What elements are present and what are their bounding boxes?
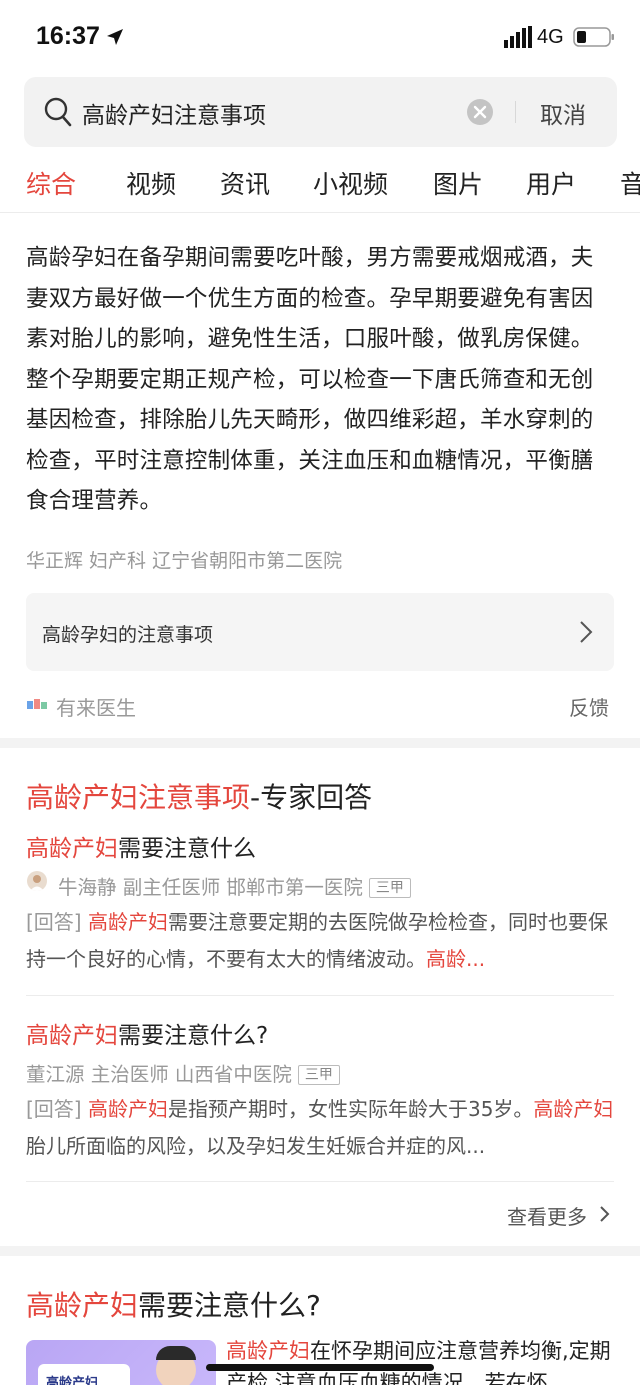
thumbnail-label: 高龄产妇 — [46, 1376, 99, 1385]
title-highlight: 高龄产妇注意事项 — [26, 781, 251, 814]
answer-text: 是指预产期时，女性实际年龄大于35岁。 — [167, 1097, 534, 1121]
status-time: 16:37 — [36, 22, 100, 50]
thumbnail-person-hair — [156, 1346, 196, 1360]
search-input[interactable]: 高龄产妇注意事项 — [82, 96, 266, 130]
avatar — [27, 871, 47, 891]
question-divider — [26, 1181, 614, 1182]
doctor-info: 牛海静 副主任医师 邯郸市第一医院 — [58, 876, 363, 899]
chevron-right-icon — [600, 1206, 610, 1222]
tab-users[interactable]: 用户 — [526, 165, 576, 201]
answer-text[interactable]: 高龄孕妇在备孕期间需要吃叶酸，男方需要戒烟戒酒，夫妻双方最好做一个优生方面的检查… — [26, 238, 616, 522]
tab-images[interactable]: 图片 — [433, 165, 483, 201]
question-meta: 董江源 主治医师 山西省中医院 三甲 — [26, 1058, 340, 1087]
tab-video[interactable]: 视频 — [126, 165, 176, 201]
answer-highlight: 高龄产妇 — [87, 910, 168, 934]
question-title-highlight: 高龄产妇 — [26, 836, 118, 862]
tab-comprehensive[interactable]: 综合 — [26, 165, 76, 201]
tab-music[interactable]: 音 — [620, 165, 640, 201]
source-logo-icon — [27, 699, 47, 709]
question-title-highlight: 高龄产妇 — [26, 1023, 118, 1049]
answer-highlight: 高龄产妇 — [533, 1097, 614, 1121]
answer-tag: [回答] — [26, 1097, 82, 1121]
snippet-highlight: 高龄产妇 — [226, 1339, 310, 1363]
tab-news[interactable]: 资讯 — [220, 165, 270, 201]
section-divider — [0, 738, 640, 748]
tabs-divider — [0, 212, 640, 213]
hospital-grade-badge: 三甲 — [368, 878, 411, 898]
title-rest: -专家回答 — [250, 781, 373, 814]
title-rest: 需要注意什么? — [138, 1289, 321, 1322]
question-answer[interactable]: [回答] 高龄产妇需要注意要定期的去医院做孕检检查，同时也要保持一个良好的心情，… — [26, 904, 616, 978]
question-answer[interactable]: [回答] 高龄产妇是指预产期时，女性实际年龄大于35岁。高龄产妇胎儿所面临的风险… — [26, 1091, 616, 1165]
doctor-info: 董江源 主治医师 山西省中医院 — [26, 1063, 292, 1086]
tab-short-video[interactable]: 小视频 — [313, 165, 388, 201]
question-title[interactable]: 高龄产妇需要注意什么? — [26, 1016, 268, 1050]
title-highlight: 高龄产妇 — [26, 1289, 139, 1322]
answer-highlight: 高龄产妇 — [87, 1097, 168, 1121]
signal-icon — [504, 26, 532, 48]
related-question-label: 高龄孕妇的注意事项 — [42, 624, 214, 646]
feedback-link[interactable]: 反馈 — [569, 692, 609, 721]
doctor-avatar-icon — [30, 875, 44, 891]
cancel-button[interactable]: 取消 — [540, 96, 586, 130]
article-snippet[interactable]: 高龄产妇在怀孕期间应注意营养均衡,定期产检,注意血压血糖的情况，若在怀 — [226, 1335, 616, 1385]
category-tabs: 综合 视频 资讯 小视频 图片 用户 音 — [0, 165, 640, 211]
question-meta: 牛海静 副主任医师 邯郸市第一医院 三甲 — [58, 871, 411, 900]
hospital-grade-badge: 三甲 — [297, 1065, 340, 1085]
view-more-link[interactable]: 查看更多 — [507, 1201, 587, 1230]
network-label: 4G — [537, 26, 564, 48]
source-label[interactable]: 有来医生 — [56, 692, 136, 721]
status-bar: 16:37 4G — [0, 0, 640, 76]
search-icon — [44, 97, 72, 127]
article-title[interactable]: 高龄产妇需要注意什么? — [26, 1284, 321, 1324]
question-title-rest: 需要注意什么? — [118, 1023, 269, 1049]
clear-icon[interactable] — [466, 98, 494, 126]
answer-tag: [回答] — [26, 910, 82, 934]
home-indicator[interactable] — [206, 1364, 434, 1371]
expert-card-title[interactable]: 高龄产妇注意事项-专家回答 — [26, 776, 372, 816]
location-arrow-icon — [107, 29, 123, 45]
related-question-link[interactable]: 高龄孕妇的注意事项 — [26, 593, 614, 671]
answer-highlight: 高龄... — [426, 947, 486, 971]
doctor-meta: 华正辉 妇产科 辽宁省朝阳市第二医院 — [26, 550, 343, 572]
answer-text: 胎儿所面临的风险，以及孕妇发生妊娠合并症的风... — [26, 1134, 486, 1158]
question-divider — [26, 995, 614, 996]
section-divider — [0, 1246, 640, 1256]
battery-icon — [573, 27, 614, 47]
search-bar[interactable]: 高龄产妇注意事项 取消 — [24, 77, 617, 147]
question-title-rest: 需要注意什么 — [118, 836, 256, 862]
search-divider — [515, 101, 516, 123]
chevron-right-icon — [580, 621, 593, 643]
question-title[interactable]: 高龄产妇需要注意什么 — [26, 829, 256, 863]
article-thumbnail[interactable]: 高龄产妇 — [26, 1340, 216, 1385]
